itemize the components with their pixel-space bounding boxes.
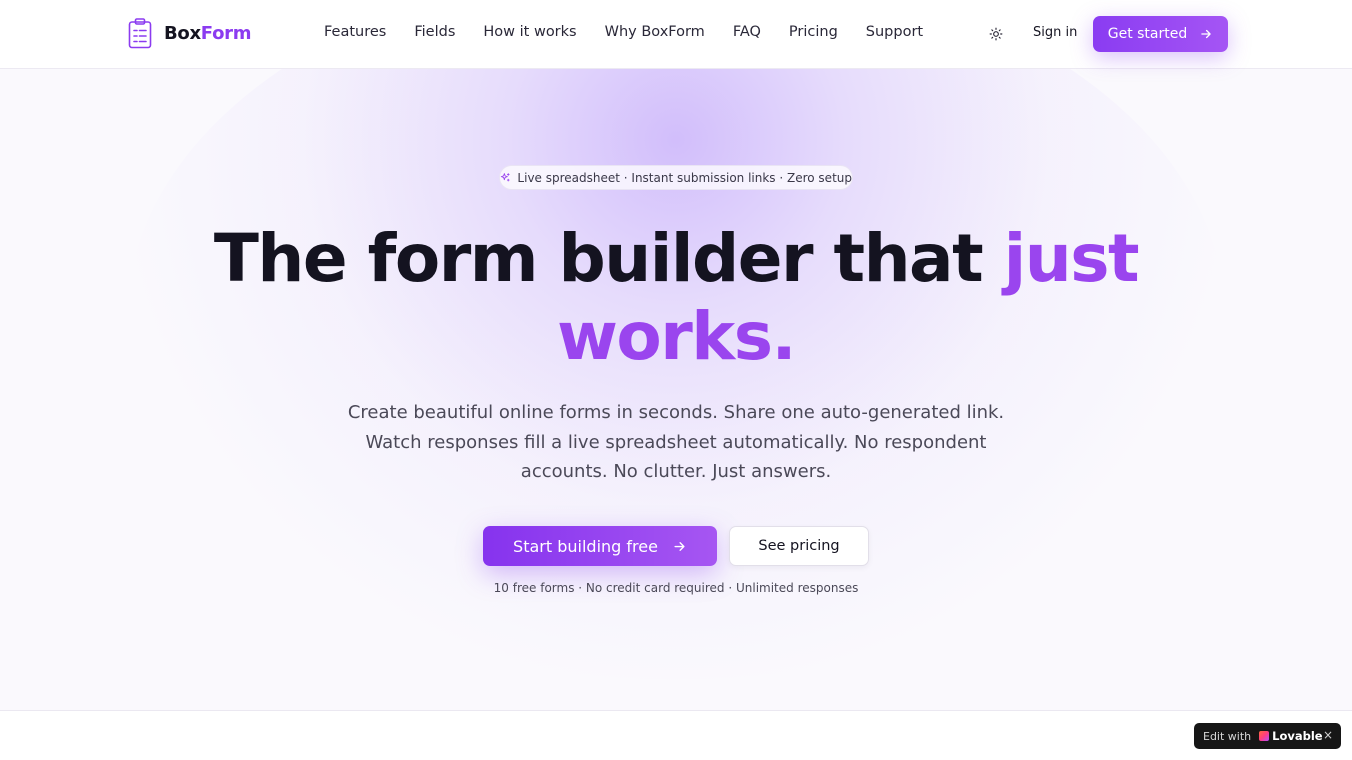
- theme-toggle-button[interactable]: [985, 23, 1007, 45]
- sun-icon: [989, 27, 1003, 41]
- lovable-heart-icon: [1259, 731, 1270, 741]
- sparkles-icon: [500, 173, 510, 182]
- nav-fields[interactable]: Fields: [414, 24, 455, 40]
- hero-fineprint: 10 free forms · No credit card required …: [493, 581, 859, 595]
- nav-features[interactable]: Features: [324, 24, 386, 40]
- main-nav: Features Fields How it works Why BoxForm…: [324, 24, 923, 40]
- hero-subtitle: Create beautiful online forms in seconds…: [347, 402, 1005, 482]
- start-building-label: Start building free: [513, 536, 658, 556]
- hero-title-main: The form builder that: [213, 220, 984, 297]
- close-icon[interactable]: ×: [1323, 728, 1333, 742]
- sign-in-link[interactable]: Sign in: [1033, 25, 1077, 40]
- lovable-prefix: Edit with: [1203, 729, 1252, 743]
- nav-why-boxform[interactable]: Why BoxForm: [605, 24, 705, 40]
- brand-logo[interactable]: BoxForm: [128, 17, 251, 49]
- site-header: BoxForm Features Fields How it works Why…: [0, 0, 1352, 69]
- nav-pricing[interactable]: Pricing: [789, 24, 838, 40]
- get-started-label: Get started: [1107, 26, 1188, 42]
- brand-name-part1: Box: [164, 22, 201, 44]
- lovable-badge[interactable]: Edit with Lovable ×: [1194, 723, 1341, 749]
- see-pricing-button[interactable]: See pricing: [729, 526, 869, 566]
- hero-title-accent-1: just: [1003, 220, 1140, 297]
- hero-title-accent-2: works.: [556, 298, 797, 375]
- hero-badge-text: Live spreadsheet · Instant submission li…: [517, 170, 852, 185]
- get-started-button[interactable]: Get started: [1093, 16, 1228, 52]
- nav-support[interactable]: Support: [866, 24, 923, 40]
- brand-name: BoxForm: [164, 23, 251, 44]
- nav-faq[interactable]: FAQ: [733, 24, 761, 40]
- arrow-right-icon: [674, 541, 685, 551]
- hero-title: The form builder that just works.: [0, 220, 1352, 376]
- start-building-button[interactable]: Start building free: [483, 526, 717, 566]
- brand-name-part2: Form: [200, 22, 252, 44]
- see-pricing-label: See pricing: [758, 538, 840, 554]
- hero-badge: Live spreadsheet · Instant submission li…: [499, 165, 853, 190]
- arrow-right-icon: [1201, 29, 1211, 39]
- nav-how-it-works[interactable]: How it works: [483, 24, 576, 40]
- lovable-brand: Lovable: [1272, 729, 1323, 743]
- clipboard-list-icon: [128, 18, 152, 49]
- next-section: [0, 711, 1352, 760]
